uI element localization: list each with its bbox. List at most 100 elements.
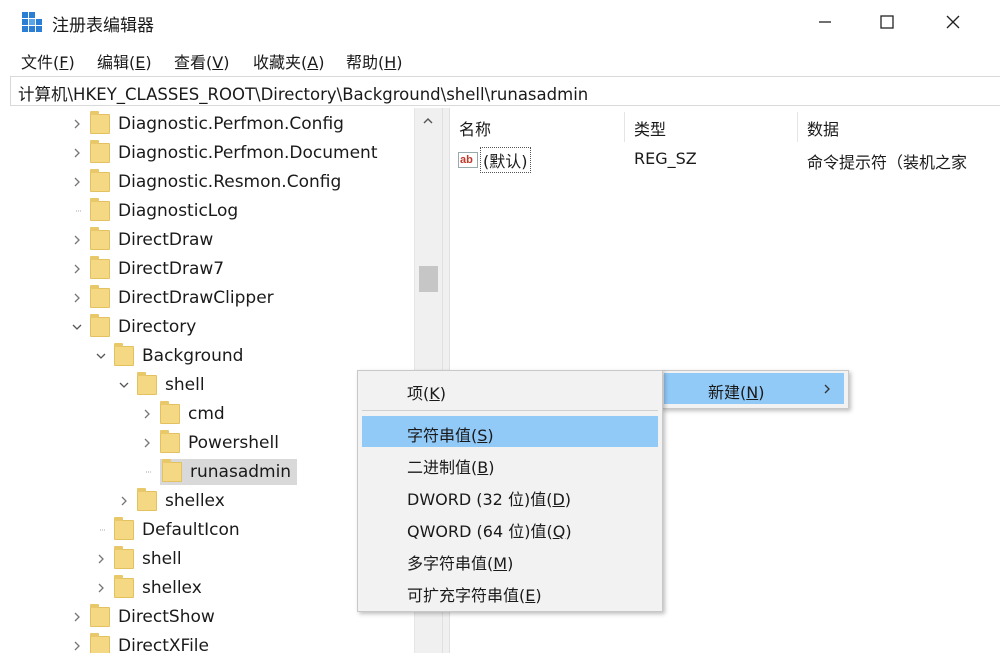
expand-chevron-icon[interactable]: [70, 291, 84, 305]
expand-chevron-icon[interactable]: [70, 262, 84, 276]
tree-node-powershell[interactable]: Powershell: [140, 429, 279, 457]
folder-icon: [114, 517, 134, 540]
menu-item-expandable-string-value[interactable]: 可扩充字符串值(E): [407, 582, 542, 606]
address-path[interactable]: 计算机\HKEY_CLASSES_ROOT\Directory\Backgrou…: [18, 81, 588, 105]
tree-node-label: Directory: [118, 317, 197, 337]
menu-item-multi-string-value[interactable]: 多字符串值(M): [407, 550, 513, 574]
tree-node-label: shellex: [142, 578, 202, 598]
column-divider[interactable]: [797, 112, 798, 142]
tree-node-diagnostic-perfmon-document[interactable]: Diagnostic.Perfmon.Document: [70, 139, 377, 167]
expand-chevron-icon[interactable]: [70, 175, 84, 189]
tree-node-label: shellex: [165, 491, 225, 511]
folder-icon: [137, 372, 157, 395]
tree-node-shell[interactable]: shell: [117, 371, 205, 399]
value-data: 命令提示符（装机之家: [807, 153, 968, 172]
tree-node-directdraw7[interactable]: DirectDraw7: [70, 255, 224, 283]
menu-item-key[interactable]: 项(K): [407, 380, 446, 404]
close-button[interactable]: [923, 4, 983, 40]
menu-item-dword-value[interactable]: DWORD (32 位)值(D): [407, 486, 571, 510]
tree-node-label: DirectXFile: [118, 636, 209, 653]
tree-node-label: Background: [142, 346, 244, 366]
expand-chevron-icon[interactable]: [94, 552, 108, 566]
tree-node-shellex-2[interactable]: shellex: [94, 574, 202, 602]
tree-node-diagnostic-perfmon-config[interactable]: Diagnostic.Perfmon.Config: [70, 110, 344, 138]
tree-node-directdrawclipper[interactable]: DirectDrawClipper: [70, 284, 274, 312]
tree-node-defaulticon[interactable]: DefaultIcon: [94, 516, 240, 544]
folder-icon: [90, 169, 110, 192]
folder-icon: [162, 459, 182, 482]
tree-node-directory[interactable]: Directory: [70, 313, 196, 341]
tree-node-shell-2[interactable]: shell: [94, 545, 182, 573]
regedit-icon: [22, 12, 42, 32]
tree-node-directshow[interactable]: DirectShow: [70, 603, 215, 631]
tree-node-label: DirectShow: [118, 607, 215, 627]
tree-node-label: DirectDraw: [118, 230, 214, 250]
expand-chevron-icon[interactable]: [94, 581, 108, 595]
menu-item-string-value[interactable]: 字符串值(S): [407, 422, 494, 446]
menu-item-binary-value[interactable]: 二进制值(B): [407, 454, 494, 478]
menu-help[interactable]: 帮助(H): [346, 49, 403, 73]
expand-chevron-icon[interactable]: [70, 146, 84, 160]
minimize-icon: [819, 21, 831, 23]
context-menu: 新建(N): [661, 370, 849, 409]
folder-icon: [90, 227, 110, 250]
tree-node-cmd[interactable]: cmd: [140, 400, 225, 428]
tree-node-runasadmin[interactable]: runasadmin: [140, 458, 298, 486]
tree-connector: [140, 465, 154, 479]
folder-icon: [90, 256, 110, 279]
folder-icon: [114, 546, 134, 569]
close-icon: [946, 15, 960, 29]
column-header-name[interactable]: 名称: [459, 116, 491, 140]
folder-icon: [114, 575, 134, 598]
column-header-type[interactable]: 类型: [634, 116, 666, 140]
expand-chevron-icon[interactable]: [117, 494, 131, 508]
tree-node-label: Diagnostic.Resmon.Config: [118, 172, 342, 192]
tree-node-label: runasadmin: [190, 462, 292, 482]
collapse-chevron-icon[interactable]: [117, 378, 131, 392]
menu-bar: 文件(F) 编辑(E) 查看(V) 收藏夹(A) 帮助(H): [0, 44, 1000, 74]
folder-icon: [90, 633, 110, 653]
expand-chevron-icon[interactable]: [140, 407, 154, 421]
tree-node-diagnosticlog[interactable]: DiagnosticLog: [70, 197, 238, 225]
tree-node-label: cmd: [188, 404, 225, 424]
new-submenu: 项(K) 字符串值(S) 二进制值(B) DWORD (32 位)值(D) QW…: [357, 370, 663, 612]
tree-node-label: Diagnostic.Perfmon.Config: [118, 114, 344, 134]
maximize-button[interactable]: [857, 4, 917, 40]
collapse-chevron-icon[interactable]: [70, 320, 84, 334]
collapse-chevron-icon[interactable]: [94, 349, 108, 363]
folder-icon: [90, 604, 110, 627]
column-divider[interactable]: [624, 112, 625, 142]
value-row-default[interactable]: ab (默认) REG_SZ 命令提示符（装机之家: [449, 146, 1000, 174]
expand-chevron-icon[interactable]: [140, 436, 154, 450]
submenu-arrow-icon: [824, 384, 830, 394]
tree-node-background[interactable]: Background: [94, 342, 243, 370]
expand-chevron-icon[interactable]: [70, 610, 84, 624]
folder-icon: [160, 430, 180, 453]
tree-node-shellex[interactable]: shellex: [117, 487, 225, 515]
scroll-thumb[interactable]: [419, 266, 438, 292]
window-title: 注册表编辑器: [52, 16, 154, 36]
tree-node-label: DirectDraw7: [118, 259, 225, 279]
folder-icon: [90, 198, 110, 221]
address-bar[interactable]: 计算机\HKEY_CLASSES_ROOT\Directory\Backgrou…: [10, 76, 1000, 106]
tree-connector: [70, 204, 84, 218]
tree-node-diagnostic-resmon-config[interactable]: Diagnostic.Resmon.Config: [70, 168, 341, 196]
expand-chevron-icon[interactable]: [70, 233, 84, 247]
menu-favorites[interactable]: 收藏夹(A): [253, 49, 324, 73]
expand-chevron-icon[interactable]: [70, 117, 84, 131]
column-header-data[interactable]: 数据: [807, 116, 839, 140]
minimize-button[interactable]: [795, 4, 855, 40]
tree-node-directdraw[interactable]: DirectDraw: [70, 226, 213, 254]
menu-item-qword-value[interactable]: QWORD (64 位)值(Q): [407, 518, 572, 542]
menu-view[interactable]: 查看(V): [174, 49, 229, 73]
menu-file[interactable]: 文件(F): [21, 49, 75, 73]
tree-node-directxfile[interactable]: DirectXFile: [70, 632, 209, 653]
menu-item-new[interactable]: 新建(N): [708, 379, 764, 403]
expand-chevron-icon[interactable]: [70, 639, 84, 653]
menu-edit[interactable]: 编辑(E): [97, 49, 152, 73]
tree-node-label: shell: [142, 549, 182, 569]
folder-icon: [137, 488, 157, 511]
scroll-up-arrow-icon[interactable]: [422, 116, 434, 126]
folder-icon: [90, 111, 110, 134]
folder-icon: [114, 343, 134, 366]
